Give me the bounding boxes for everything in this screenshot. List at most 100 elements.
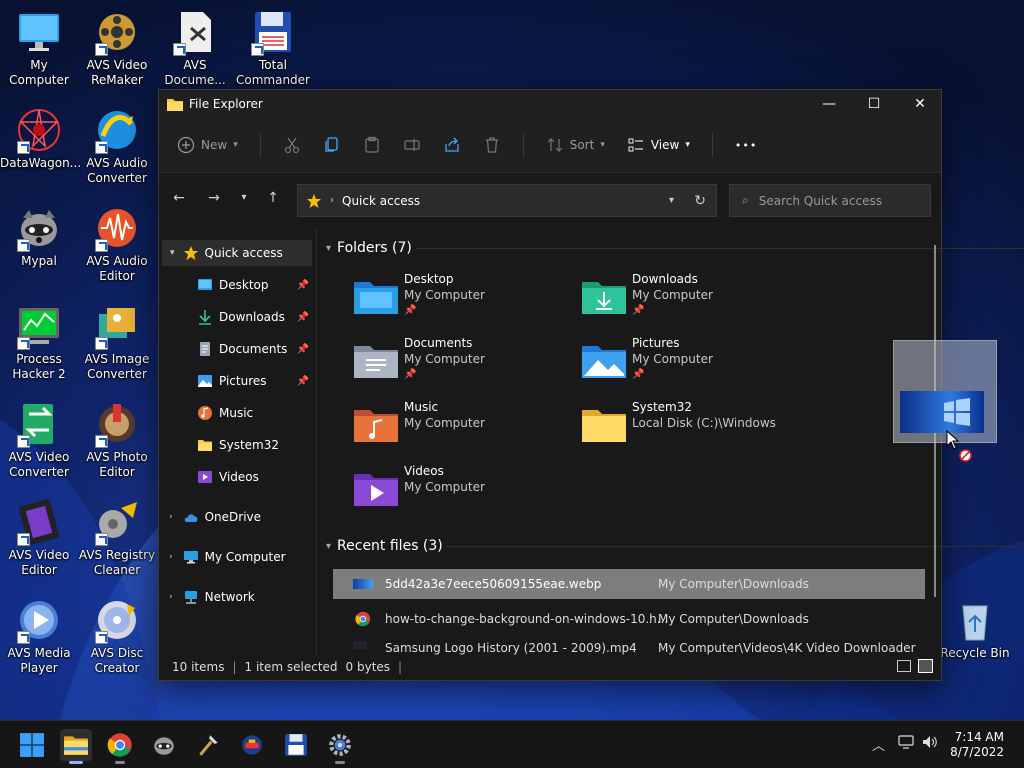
- taskbar-mypal[interactable]: [148, 729, 180, 761]
- nav-onedrive[interactable]: › OneDrive: [169, 504, 313, 530]
- chevron-right-icon[interactable]: ›: [169, 592, 173, 602]
- network-tray-icon[interactable]: [898, 735, 914, 753]
- chevron-down-icon: ▾: [233, 140, 238, 150]
- back-button[interactable]: ←: [169, 190, 189, 206]
- details-view-icon[interactable]: [897, 660, 911, 672]
- desktop-icon-avs-video-converter[interactable]: AVS Video Converter: [0, 400, 78, 480]
- drag-thumbnail: [900, 391, 984, 433]
- star-icon: [183, 246, 198, 260]
- volume-icon[interactable]: [922, 735, 938, 753]
- desktop-icon-process-hacker[interactable]: Process Hacker 2: [0, 302, 78, 382]
- folder-tile-desktop[interactable]: Desktop My Computer 📌: [354, 272, 582, 328]
- address-dropdown-icon[interactable]: ▾: [669, 195, 674, 206]
- folder-tile-music[interactable]: Music My Computer: [354, 400, 582, 456]
- new-button[interactable]: New ▾: [177, 136, 238, 154]
- desktop-icon-avs-video-remaker[interactable]: AVS Video ReMaker: [78, 8, 156, 88]
- sort-button[interactable]: Sort ▾: [546, 136, 605, 154]
- desktop-icon-avs-registry-cleaner[interactable]: AVS Registry Cleaner: [78, 498, 156, 578]
- delete-button[interactable]: [483, 136, 501, 154]
- nav-item-downloads[interactable]: Downloads 📌: [197, 304, 315, 330]
- start-button[interactable]: [16, 729, 48, 761]
- taskbar-settings[interactable]: [324, 729, 356, 764]
- desktop-icon-avs-media-player[interactable]: AVS Media Player: [0, 596, 78, 676]
- chevron-down-icon[interactable]: ▾: [170, 248, 175, 258]
- search-box[interactable]: ⌕: [729, 184, 931, 217]
- view-list-icon: [628, 138, 643, 152]
- taskbar-tools[interactable]: [192, 729, 224, 761]
- nav-my-computer[interactable]: › My Computer: [169, 544, 313, 570]
- taskbar-app-red[interactable]: [236, 729, 268, 761]
- desktop-icon-avs-disc-creator[interactable]: AVS Disc Creator: [78, 596, 156, 676]
- system-clock[interactable]: 7:14 AM 8/7/2022: [950, 730, 1004, 760]
- taskbar-file-explorer[interactable]: [60, 729, 92, 764]
- pin-icon: 📌: [296, 375, 309, 387]
- nav-item-pictures[interactable]: Pictures 📌: [197, 368, 315, 394]
- nav-item-system32[interactable]: System32: [197, 432, 315, 458]
- network-icon: [184, 591, 197, 604]
- folders-section-header[interactable]: ▾ Folders (7): [326, 240, 412, 256]
- desktop-icon-avs-document[interactable]: AVS Docume...: [156, 8, 234, 88]
- recent-file-row[interactable]: 5dd42a3e7eece50609155eae.webp My Compute…: [333, 569, 925, 599]
- taskbar-total-commander[interactable]: [280, 729, 312, 761]
- desktop-icon-avs-image-converter[interactable]: AVS Image Converter: [78, 302, 156, 382]
- nav-quick-access[interactable]: ▾ Quick access: [162, 240, 312, 266]
- refresh-icon[interactable]: ↻: [694, 193, 706, 209]
- folder-tile-pictures[interactable]: Pictures My Computer 📌: [582, 336, 810, 392]
- chrome-icon: [107, 733, 132, 757]
- show-hidden-icons-chevron-icon[interactable]: ︿: [872, 735, 885, 754]
- taskbar-chrome[interactable]: [104, 729, 136, 764]
- chevron-down-icon: ▾: [600, 140, 605, 150]
- desktop-icon-my-computer[interactable]: My Computer: [0, 8, 78, 88]
- floppy-disk-icon: [285, 734, 307, 756]
- desktop-icon-total-commander[interactable]: Total Commander: [234, 8, 312, 88]
- desktop-icon-avs-video-editor[interactable]: AVS Video Editor: [0, 498, 78, 578]
- window-title: File Explorer: [189, 97, 263, 111]
- desktop-icon-datawagon[interactable]: DataWagon...: [0, 106, 81, 171]
- folder-tile-videos[interactable]: Videos My Computer: [354, 464, 582, 520]
- desktop-icon-avs-audio-converter[interactable]: AVS Audio Converter: [78, 106, 156, 186]
- view-button[interactable]: View ▾: [627, 136, 690, 154]
- nav-item-videos[interactable]: Videos: [197, 464, 315, 490]
- close-button[interactable]: ✕: [897, 90, 943, 118]
- copy-button[interactable]: [323, 136, 341, 154]
- share-icon: [445, 137, 459, 152]
- up-button[interactable]: ↑: [263, 190, 283, 206]
- copy-icon: [325, 137, 338, 152]
- address-bar[interactable]: › Quick access ▾ ↻: [297, 184, 717, 217]
- folder-tile-downloads[interactable]: Downloads My Computer 📌: [582, 272, 810, 328]
- nav-item-desktop[interactable]: Desktop 📌: [197, 272, 315, 298]
- pin-icon: 📌: [296, 311, 309, 323]
- more-options-button[interactable]: •••: [735, 139, 757, 152]
- chevron-down-icon[interactable]: ▾: [326, 541, 331, 552]
- chevron-right-icon[interactable]: ›: [169, 552, 173, 562]
- minimize-button[interactable]: —: [806, 90, 852, 118]
- pin-icon: 📌: [296, 279, 309, 291]
- videos-folder-icon: [354, 474, 398, 506]
- recent-section-header[interactable]: ▾ Recent files (3): [326, 538, 443, 554]
- chevron-down-icon[interactable]: ▾: [326, 243, 331, 254]
- paste-button[interactable]: [363, 136, 381, 154]
- nav-network[interactable]: › Network: [169, 584, 313, 610]
- forward-button[interactable]: →: [204, 190, 224, 206]
- picture-icon: [198, 375, 212, 387]
- nav-item-music[interactable]: Music: [197, 400, 315, 426]
- breadcrumb[interactable]: Quick access: [342, 194, 420, 208]
- sort-icon: [547, 138, 563, 152]
- chevron-right-icon[interactable]: ›: [169, 512, 173, 522]
- desktop-icon-avs-photo-editor[interactable]: AVS Photo Editor: [78, 400, 156, 480]
- folder-tile-system32[interactable]: System32 Local Disk (C:)\Windows: [582, 400, 810, 456]
- app-icon: [242, 735, 262, 755]
- share-button[interactable]: [443, 136, 461, 154]
- nav-item-documents[interactable]: Documents 📌: [197, 336, 315, 362]
- rename-button[interactable]: [403, 136, 421, 154]
- maximize-button[interactable]: ☐: [851, 90, 897, 118]
- cut-button[interactable]: [283, 136, 301, 154]
- desktop-icon-mypal[interactable]: Mypal: [0, 204, 78, 269]
- folder-tile-documents[interactable]: Documents My Computer 📌: [354, 336, 582, 392]
- search-input[interactable]: [758, 193, 919, 208]
- desktop-icon-avs-audio-editor[interactable]: AVS Audio Editor: [78, 204, 156, 284]
- recent-file-row[interactable]: how-to-change-background-on-windows-10.h…: [333, 604, 925, 634]
- tiles-view-icon[interactable]: [918, 659, 933, 673]
- desktop-icon-recycle-bin[interactable]: Recycle Bin: [936, 596, 1014, 661]
- recent-locations-button[interactable]: ▾: [234, 192, 254, 203]
